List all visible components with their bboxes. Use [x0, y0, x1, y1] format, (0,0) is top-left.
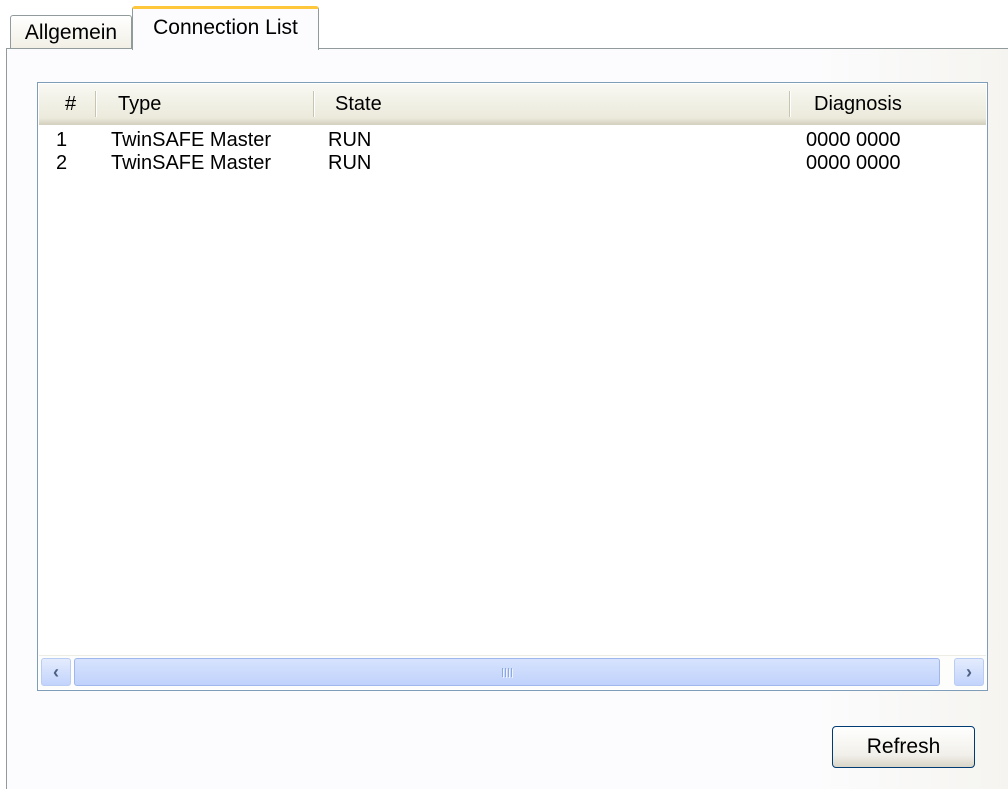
- chevron-right-icon: ›: [966, 661, 972, 682]
- table-row[interactable]: 2 TwinSAFE Master RUN 0000 0000: [39, 152, 986, 175]
- column-header-number[interactable]: #: [65, 84, 95, 124]
- cell-diagnosis: 0000 0000: [806, 129, 901, 151]
- column-header-diagnosis-label: Diagnosis: [814, 92, 902, 115]
- column-header-type-label: Type: [118, 92, 162, 115]
- grip-icon: [502, 667, 512, 677]
- column-header-type[interactable]: Type: [118, 84, 308, 124]
- cell-state: RUN: [328, 152, 372, 174]
- scroll-right-button[interactable]: ›: [954, 658, 984, 686]
- table-row[interactable]: 1 TwinSAFE Master RUN 0000 0000: [39, 129, 986, 152]
- cell-type: TwinSAFE Master: [111, 152, 272, 174]
- scrollbar-thumb[interactable]: [74, 658, 940, 686]
- connection-list-view[interactable]: # Type State Diagnosis 1 TwinSAFE Master…: [37, 82, 988, 691]
- tab-connection-list[interactable]: Connection List: [132, 6, 319, 50]
- column-header-diagnosis[interactable]: Diagnosis: [814, 84, 974, 124]
- chevron-left-icon: ‹: [53, 661, 59, 682]
- tab-allgemein-label: Allgemein: [24, 20, 118, 44]
- list-header: # Type State Diagnosis: [39, 84, 986, 125]
- column-header-number-label: #: [65, 92, 77, 115]
- cell-number: 1: [56, 129, 68, 151]
- horizontal-scrollbar[interactable]: ‹ ›: [39, 655, 986, 689]
- refresh-button[interactable]: Refresh: [832, 726, 975, 768]
- connection-list-dialog: Allgemein Connection List # Type State D…: [0, 0, 1008, 789]
- scroll-left-button[interactable]: ‹: [41, 658, 71, 686]
- column-header-state[interactable]: State: [335, 84, 775, 124]
- column-separator[interactable]: [313, 91, 314, 117]
- cell-diagnosis: 0000 0000: [806, 152, 901, 174]
- tab-connection-list-label: Connection List: [153, 15, 298, 39]
- column-separator[interactable]: [95, 91, 96, 117]
- tab-allgemein[interactable]: Allgemein: [10, 15, 132, 49]
- column-separator[interactable]: [789, 91, 790, 117]
- cell-number: 2: [56, 152, 68, 174]
- cell-type: TwinSAFE Master: [111, 129, 272, 151]
- cell-state: RUN: [328, 129, 372, 151]
- column-header-state-label: State: [335, 92, 382, 115]
